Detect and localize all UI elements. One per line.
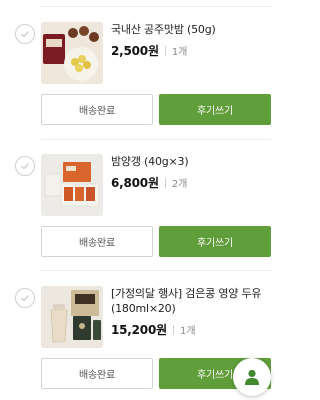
shipping-status-button[interactable]: 배송완료 (41, 226, 153, 257)
product-quantity: 2개 (171, 179, 188, 190)
check-icon (21, 31, 29, 38)
product-name[interactable]: 밤양갱 (40g×3) (111, 154, 271, 169)
divider (41, 6, 271, 7)
select-checkbox[interactable] (15, 288, 35, 308)
select-checkbox[interactable] (15, 24, 35, 44)
write-review-button[interactable]: 후기쓰기 (159, 94, 271, 125)
separator (164, 177, 166, 188)
shipping-status-button[interactable]: 배송완료 (41, 94, 153, 125)
product-image[interactable] (41, 154, 103, 216)
divider (41, 139, 271, 140)
product-price: 6,800원 (111, 176, 159, 190)
separator (164, 45, 166, 56)
product-quantity: 1개 (171, 47, 188, 58)
separator (172, 324, 174, 335)
product-info: 밤양갱 (40g×3) 6,800원 2개 (111, 154, 271, 191)
product-name[interactable]: 국내산 공주맛밤 (50g) (111, 22, 271, 37)
product-price: 15,200원 (111, 323, 167, 337)
product-quantity: 1개 (179, 326, 196, 337)
person-icon (245, 369, 259, 385)
divider (41, 270, 271, 271)
product-price: 2,500원 (111, 44, 159, 58)
product-name[interactable]: [가정의달 행사] 검은콩 영양 두유 (180ml×20) (111, 286, 271, 316)
product-info: 국내산 공주맛밤 (50g) 2,500원 1개 (111, 22, 271, 59)
my-page-button[interactable] (233, 358, 271, 396)
check-icon (21, 163, 29, 170)
product-image[interactable] (41, 22, 103, 84)
select-checkbox[interactable] (15, 156, 35, 176)
check-icon (21, 295, 29, 302)
product-image[interactable] (41, 286, 103, 348)
product-info: [가정의달 행사] 검은콩 영양 두유 (180ml×20) 15,200원 1… (111, 286, 271, 338)
write-review-button[interactable]: 후기쓰기 (159, 226, 271, 257)
shipping-status-button[interactable]: 배송완료 (41, 358, 153, 389)
order-item-list: 국내산 공주맛밤 (50g) 2,500원 1개 배송완료 후기쓰기 밤양갱 (… (0, 0, 284, 400)
